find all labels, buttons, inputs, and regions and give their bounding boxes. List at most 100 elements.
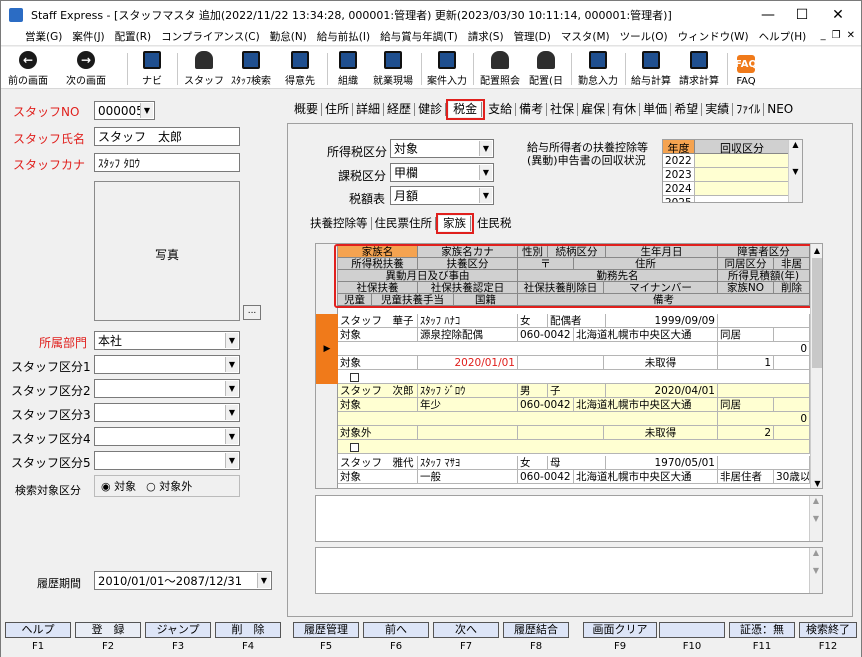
photo-browse-button[interactable]: ... (243, 305, 261, 320)
staff-kubun3-select[interactable]: ▼ (94, 403, 240, 422)
tab-zeikin[interactable]: 税金 (446, 99, 486, 120)
grid-scrollbar[interactable]: ▲ ▼ (810, 244, 822, 488)
f10-button[interactable] (659, 622, 725, 638)
f3-key-label: F3 (171, 641, 185, 652)
assignment-daily-button[interactable]: 配置(日 (527, 49, 565, 87)
register-button[interactable]: 登 録 (75, 622, 141, 638)
dept-select[interactable]: 本社 ▼ (94, 331, 240, 350)
history-period-select[interactable]: 2010/01/01〜2087/12/31 ▼ (94, 571, 272, 590)
search-target-radio-group: ◉ 対象 ○ 対象外 (94, 475, 240, 497)
collect-cell[interactable] (695, 182, 789, 196)
tab-biko[interactable]: 備考 (516, 103, 548, 116)
jump-button[interactable]: ジャンプ (145, 622, 211, 638)
mdi-minimize-button[interactable]: _ (821, 30, 826, 41)
shotoku-select[interactable]: 対象 ▼ (390, 139, 494, 158)
tab-shosai[interactable]: 詳細 (353, 103, 385, 116)
staff-kubun5-select[interactable]: ▼ (94, 451, 240, 470)
menu-haichi[interactable]: 配置(R) (115, 29, 152, 44)
gakuhyo-select[interactable]: 月額 ▼ (390, 186, 494, 205)
staff-kubun1-select[interactable]: ▼ (94, 355, 240, 374)
year-cell: 2022 (663, 154, 695, 168)
collect-grid-scrollbar[interactable]: ▲ ▼ (788, 140, 802, 202)
mdi-restore-button[interactable]: ❐ (832, 30, 841, 41)
staff-kubun1-label: スタッフ区分1 (11, 360, 91, 374)
billing-button[interactable]: 請求計算 (677, 49, 721, 87)
tab-jusho[interactable]: 住所 (322, 103, 354, 116)
tab-jisseki[interactable]: 実績 (702, 103, 734, 116)
chevron-down-icon: ▼ (225, 453, 238, 468)
prev-screen-button[interactable]: ← 前の画面 (5, 49, 51, 87)
evidence-button[interactable]: 証憑：無 (729, 622, 795, 638)
tab-keireki[interactable]: 経歴 (384, 103, 416, 116)
radio-non-target[interactable]: ○ 対象外 (146, 478, 192, 494)
memo2-scrollbar[interactable]: ▲ ▼ (809, 548, 822, 593)
help-button[interactable]: ヘルプ (5, 622, 71, 638)
tab-shaho[interactable]: 社保 (547, 103, 579, 116)
staff-no-select[interactable]: 000005 ▼ (94, 101, 155, 120)
tab-file[interactable]: ﾌｧｲﾙ (733, 103, 765, 116)
staff-name-field[interactable]: スタッフ 太郎 (94, 127, 240, 146)
collect-cell[interactable] (695, 154, 789, 168)
jido-checkbox[interactable] (350, 442, 359, 452)
menu-anken[interactable]: 案件(J) (72, 29, 104, 44)
subtab-kazoku[interactable]: 家族 (436, 213, 474, 234)
menu-kanri[interactable]: 管理(D) (514, 29, 551, 44)
next-screen-button[interactable]: → 次の画面 (61, 49, 111, 87)
staff-kana-field[interactable]: ｽﾀｯﾌ ﾀﾛｳ (94, 153, 240, 172)
menu-master[interactable]: マスタ(M) (561, 29, 610, 44)
payroll-button[interactable]: 給与計算 (629, 49, 673, 87)
workplace-button[interactable]: 就業現場 (369, 49, 417, 87)
prev-button[interactable]: 前へ (363, 622, 429, 638)
memo-box-2[interactable]: ▲ ▼ (315, 547, 823, 594)
subtab-juminhyo-jusho[interactable]: 住民票住所 (372, 217, 436, 230)
memo1-scrollbar[interactable]: ▲ ▼ (809, 496, 822, 541)
menu-kintai[interactable]: 勤怠(N) (270, 29, 307, 44)
staff-kubun2-select[interactable]: ▼ (94, 379, 240, 398)
next-button[interactable]: 次へ (433, 622, 499, 638)
history-manage-button[interactable]: 履歴管理 (293, 622, 359, 638)
menu-window[interactable]: ウィンドウ(W) (678, 29, 749, 44)
tab-gaiyo[interactable]: 概要 (291, 103, 323, 116)
customer-button[interactable]: 得意先 (281, 49, 319, 87)
menu-eigyo[interactable]: 営業(G) (25, 29, 62, 44)
kazei-select[interactable]: 甲欄 ▼ (390, 163, 494, 182)
collect-cell[interactable] (695, 168, 789, 182)
subtab-juminzei[interactable]: 住民税 (474, 217, 515, 230)
tab-koho[interactable]: 雇保 (578, 103, 610, 116)
menu-kyuyo-maebarai[interactable]: 給与前払(I) (317, 29, 370, 44)
attendance-input-button[interactable]: 勤怠入力 (575, 49, 621, 87)
tab-kibo[interactable]: 希望 (671, 103, 703, 116)
tab-neo[interactable]: NEO (764, 103, 796, 116)
screen-clear-button[interactable]: 画面クリア (583, 622, 657, 638)
tab-kenshin[interactable]: 健診 (415, 103, 447, 116)
staff-kubun4-select[interactable]: ▼ (94, 427, 240, 446)
grid-scroll-thumb[interactable] (812, 258, 822, 368)
faq-button[interactable]: FAQ FAQ (731, 49, 761, 87)
mdi-close-button[interactable]: ✕ (847, 30, 855, 41)
chevron-down-icon: ▼ (479, 165, 492, 180)
menu-help[interactable]: ヘルプ(H) (759, 29, 807, 44)
jido-checkbox[interactable] (350, 372, 359, 382)
memo-box-1[interactable]: ▲ ▼ (315, 495, 823, 542)
function-key-bar: ヘルプ 登 録 ジャンプ 削 除 履歴管理 前へ 次へ 履歴結合 画面クリア 証… (1, 619, 861, 657)
history-merge-button[interactable]: 履歴結合 (503, 622, 569, 638)
project-input-button[interactable]: 案件入力 (425, 49, 469, 87)
menu-seikyu[interactable]: 請求(S) (468, 29, 504, 44)
assignment-inquiry-button[interactable]: 配置照会 (477, 49, 523, 87)
tab-shikyu[interactable]: 支給 (485, 103, 517, 116)
menu-kyuyo-shoyo[interactable]: 給与賞与年調(T) (380, 29, 458, 44)
close-button[interactable]: ✕ (815, 1, 861, 28)
staff-kubun5-label: スタッフ区分5 (11, 456, 91, 470)
organization-button[interactable]: 組織 (333, 49, 363, 87)
search-end-button[interactable]: 検索終了 (799, 622, 857, 638)
tab-yukyu[interactable]: 有休 (609, 103, 641, 116)
menu-tool[interactable]: ツール(O) (620, 29, 668, 44)
radio-target[interactable]: ◉ 対象 (101, 478, 136, 494)
tab-tanka[interactable]: 単価 (640, 103, 672, 116)
staff-search-button[interactable]: ｽﾀｯﾌ検索 (227, 49, 275, 87)
delete-button[interactable]: 削 除 (215, 622, 281, 638)
staff-button[interactable]: スタッフ (184, 49, 224, 87)
subtab-fuyo-kojo[interactable]: 扶養控除等 (307, 217, 372, 230)
menu-compliance[interactable]: コンプライアンス(C) (161, 29, 260, 44)
navi-button[interactable]: ナビ (137, 49, 167, 87)
